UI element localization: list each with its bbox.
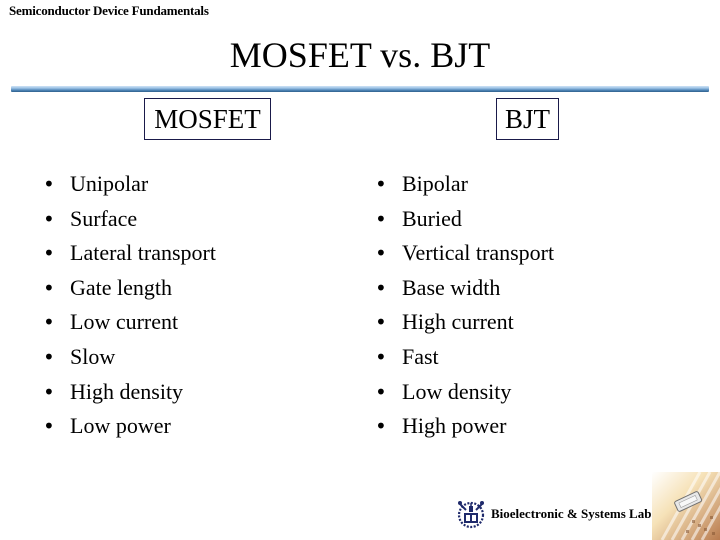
list-item-text: Vertical transport [402,240,555,266]
list-item-text: Surface [70,205,138,231]
footer-lab-credit: Bioelectronic & Systems Lab. [455,498,655,530]
list-item-text: Fast [402,343,439,369]
list-item-text: Slow [70,343,116,369]
list-item-text: High density [70,378,184,404]
list-item: • Buried [375,202,554,237]
bullet-icon: • [43,344,55,369]
list-item: • Low power [43,409,216,444]
bjt-list: • Bipolar • Buried • Vertical transport • Ba… [375,167,554,444]
bullet-icon: • [43,414,55,439]
list-item-text: Lateral transport [70,240,216,266]
list-item: • Bipolar [375,167,554,202]
list-item-text: Base width [402,274,501,300]
bullet-icon: • [375,275,387,300]
list-item: • High current [375,305,554,340]
list-item-text: Low power [70,413,171,439]
course-title: Semiconductor Device Fundamentals [9,3,209,18]
list-item: • Base width [375,271,554,306]
title-divider [11,86,709,92]
bullet-icon: • [43,206,55,231]
list-item: • Fast [375,340,554,375]
list-item: • Lateral transport [43,236,216,271]
list-item: • Unipolar [43,167,216,202]
mosfet-list: • Unipolar • Surface • Lateral transport • G… [43,167,216,444]
bjt-heading-box: BJT [496,98,559,140]
university-emblem-icon [457,501,485,529]
list-item: • Slow [43,340,216,375]
list-item-text: High current [402,309,514,335]
bullet-icon: • [375,241,387,266]
bullet-icon: • [43,241,55,266]
slide-title: MOSFET vs. BJT [229,35,491,75]
bullet-icon: • [375,344,387,369]
list-item-text: Low density [402,378,512,404]
list-item-text: Gate length [70,274,173,300]
list-item-text: High power [402,413,507,439]
bullet-icon: • [375,414,387,439]
lab-name: Bioelectronic & Systems Lab. [491,506,655,521]
bullet-icon: • [43,275,55,300]
list-item: • High power [375,409,554,444]
bullet-icon: • [43,379,55,404]
list-item: • Surface [43,202,216,237]
list-item-text: Low current [70,309,179,335]
bullet-icon: • [375,310,387,335]
list-item: • Gate length [43,271,216,306]
list-item: • High density [43,375,216,410]
bullet-icon: • [43,310,55,335]
bullet-icon: • [375,379,387,404]
semiconductor-chip-image [652,472,720,540]
list-item-text: Buried [402,205,462,231]
list-item: • Low current [43,305,216,340]
list-item-text: Unipolar [70,171,149,196]
list-item: • Vertical transport [375,236,554,271]
bullet-icon: • [43,172,55,196]
bullet-icon: • [375,172,387,196]
list-item: • Low density [375,375,554,410]
bullet-icon: • [375,206,387,231]
mosfet-heading-box: MOSFET [144,98,271,140]
list-item-text: Bipolar [402,171,468,196]
